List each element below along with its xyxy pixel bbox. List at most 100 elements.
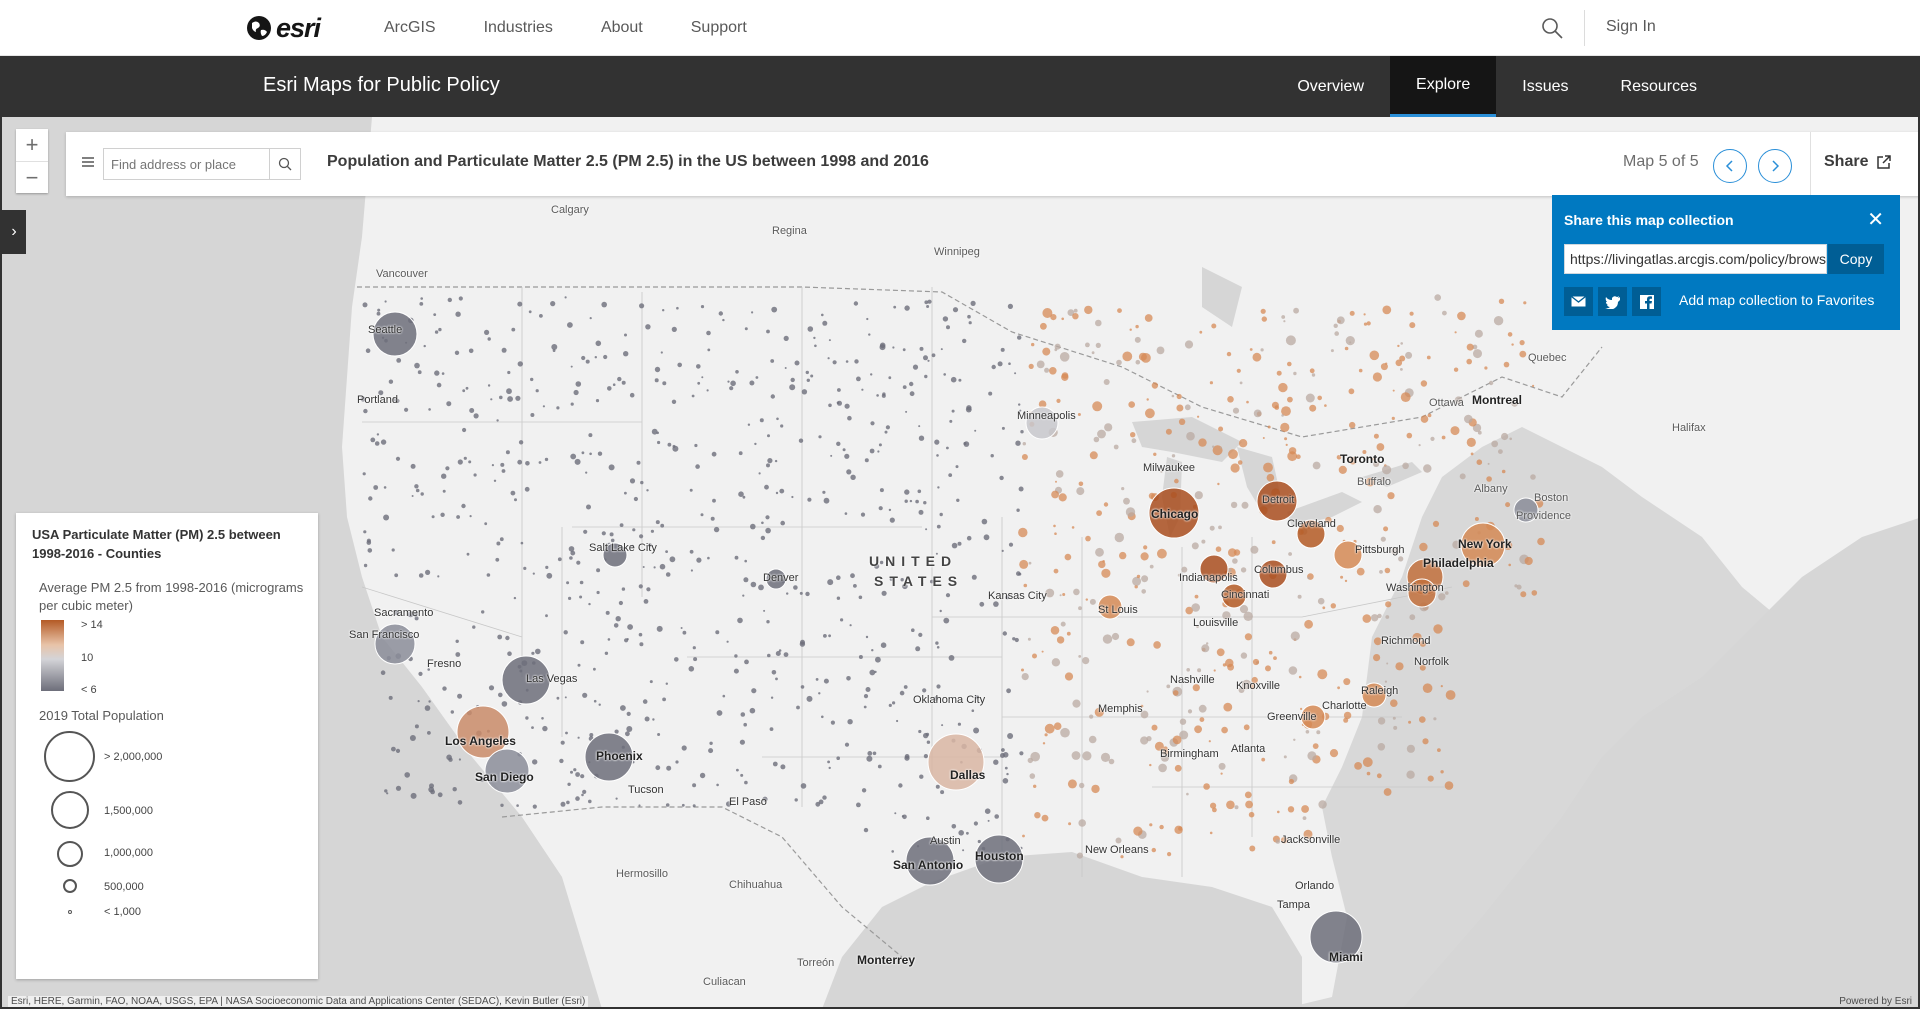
map-label-oklahoma-city: Oklahoma City	[913, 694, 986, 706]
county-dot	[1186, 668, 1190, 672]
county-dot	[1391, 416, 1395, 420]
close-icon[interactable]: ✕	[1867, 207, 1884, 232]
county-dot	[1034, 812, 1041, 819]
county-dot	[446, 401, 452, 407]
county-dot	[707, 348, 711, 352]
county-dot	[632, 528, 636, 532]
county-dot	[1464, 414, 1473, 424]
county-dot	[778, 649, 782, 652]
address-search-button[interactable]	[269, 149, 300, 179]
county-dot	[463, 456, 467, 460]
county-dot	[1430, 436, 1435, 441]
sign-in-link[interactable]: Sign In	[1606, 18, 1656, 36]
county-dot	[654, 378, 659, 383]
county-dot	[462, 389, 466, 393]
county-dot	[1201, 644, 1210, 653]
app-title[interactable]: Esri Maps for Public Policy	[263, 74, 500, 97]
county-dot	[864, 458, 869, 463]
county-dot	[1334, 331, 1339, 336]
county-dot	[1144, 314, 1153, 322]
map-label-portland: Portland	[357, 394, 398, 406]
county-dot	[411, 495, 414, 497]
tab-explore[interactable]: Explore	[1390, 56, 1497, 117]
nav-link-support[interactable]: Support	[691, 19, 747, 37]
zoom-out-button[interactable]: −	[16, 161, 48, 193]
county-dot	[1393, 725, 1398, 730]
map-attribution[interactable]: Esri, HERE, Garmin, FAO, NOAA, USGS, EPA…	[8, 996, 589, 1007]
county-dot	[462, 427, 467, 433]
legend-color-title: Average PM 2.5 from 1998-2016 (microgram…	[39, 580, 304, 613]
share-button[interactable]: Share	[1824, 153, 1892, 171]
county-dot	[1405, 351, 1413, 359]
county-dot	[1253, 409, 1262, 418]
add-to-favorites-link[interactable]: Add map collection to Favorites	[1679, 292, 1874, 308]
county-dot	[1031, 342, 1035, 347]
county-dot	[1307, 751, 1317, 761]
tab-resources[interactable]: Resources	[1595, 56, 1723, 117]
next-map-button[interactable]	[1758, 149, 1792, 183]
county-dot	[743, 722, 747, 727]
county-dot	[893, 305, 897, 309]
county-dot	[734, 555, 739, 560]
map-view[interactable]: Calgary Regina Winnipeg Vancouver Seattl…	[0, 117, 1920, 1009]
county-dot	[1349, 421, 1356, 429]
county-dot	[997, 361, 1003, 367]
tab-issues[interactable]: Issues	[1496, 56, 1594, 117]
size-symbol-small	[63, 879, 77, 893]
county-dot	[1066, 631, 1071, 636]
county-dot	[414, 724, 419, 729]
county-dot	[582, 789, 587, 795]
previous-map-button[interactable]	[1713, 149, 1747, 183]
county-dot	[764, 484, 769, 490]
map-label-austin: Austin	[930, 835, 961, 847]
nav-link-industries[interactable]: Industries	[484, 19, 553, 37]
county-dot	[737, 617, 743, 624]
county-dot	[798, 438, 804, 443]
county-dot	[626, 711, 631, 717]
zoom-in-button[interactable]: +	[16, 129, 48, 161]
county-dot	[939, 512, 943, 517]
county-dot	[692, 804, 696, 808]
county-dot	[1397, 344, 1400, 348]
email-share-button[interactable]	[1564, 287, 1593, 316]
county-dot	[395, 748, 401, 754]
nav-divider	[1584, 10, 1585, 46]
county-dot	[911, 628, 915, 632]
facebook-share-button[interactable]	[1632, 287, 1661, 316]
county-dot	[1078, 655, 1082, 658]
county-dot	[585, 471, 588, 474]
copy-url-button[interactable]: Copy	[1828, 244, 1884, 274]
county-dot	[1382, 305, 1392, 315]
search-icon[interactable]	[1540, 16, 1564, 40]
nav-link-arcgis[interactable]: ArcGIS	[384, 19, 436, 37]
county-dot	[971, 709, 975, 712]
county-dot	[716, 710, 723, 716]
hamburger-menu-icon[interactable]	[80, 154, 96, 170]
county-dot	[700, 305, 705, 309]
county-dot	[690, 569, 694, 572]
county-dot	[942, 316, 949, 322]
county-dot	[532, 759, 538, 765]
county-dot	[418, 573, 424, 578]
side-panel-toggle[interactable]: ›	[2, 210, 26, 254]
county-dot	[1366, 321, 1371, 326]
tab-overview[interactable]: Overview	[1271, 56, 1390, 117]
twitter-share-button[interactable]	[1598, 287, 1627, 316]
county-dot	[652, 718, 655, 721]
esri-logo[interactable]: esri	[246, 13, 321, 43]
nav-link-about[interactable]: About	[601, 19, 643, 37]
county-dot	[701, 376, 704, 379]
county-dot	[1392, 716, 1396, 720]
address-search-input[interactable]	[104, 149, 269, 179]
county-dot	[394, 573, 399, 578]
share-url-field[interactable]: https://livingatlas.arcgis.com/policy/br…	[1564, 244, 1827, 274]
county-dot	[899, 690, 905, 696]
county-dot	[1172, 690, 1179, 696]
county-dot	[1101, 568, 1111, 578]
county-dot	[1250, 545, 1259, 554]
county-dot	[1386, 662, 1389, 665]
powered-by-esri[interactable]: Powered by Esri	[1839, 996, 1912, 1007]
county-dot	[1227, 663, 1234, 671]
county-dot	[1307, 576, 1310, 580]
county-dot	[1082, 751, 1092, 761]
